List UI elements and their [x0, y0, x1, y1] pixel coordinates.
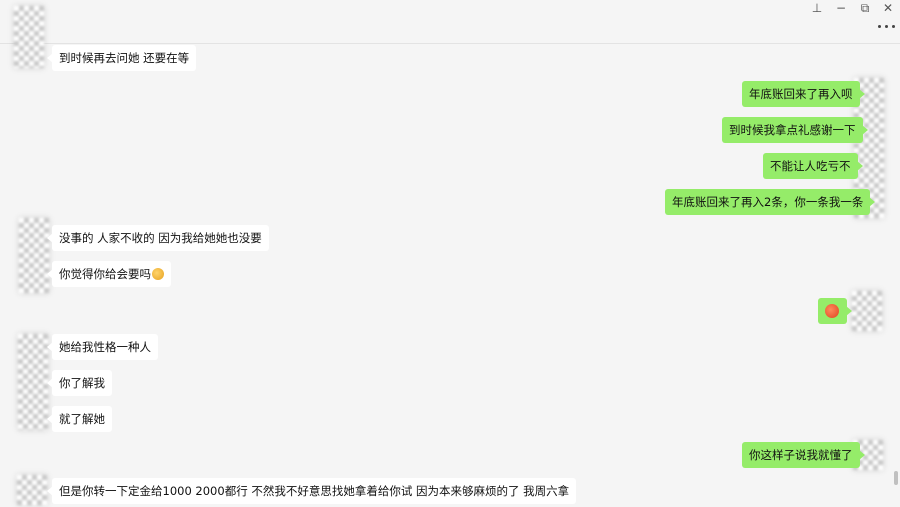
message-text: 你觉得你给会要吗 [59, 267, 151, 281]
message-bubble-outgoing[interactable] [818, 298, 852, 324]
more-options-icon[interactable] [876, 19, 898, 33]
pin-icon[interactable]: ⊥ [807, 1, 827, 15]
message-bubble-incoming[interactable]: 她给我性格一种人 [47, 334, 158, 360]
message-bubble-incoming[interactable]: 你觉得你给会要吗 [47, 261, 171, 287]
grimace-emoji-icon [152, 268, 164, 280]
message-bubble-outgoing[interactable]: 年底账回来了再入呗 [742, 81, 864, 107]
close-button[interactable]: ✕ [878, 1, 898, 15]
contact-avatar[interactable] [14, 6, 44, 68]
message-bubble-outgoing[interactable]: 你这样子说我就懂了 [742, 442, 864, 468]
scrollbar-thumb[interactable] [894, 471, 898, 485]
message-bubble-incoming[interactable]: 但是你转一下定金给1000 2000都行 不然我不好意思找她拿着给你试 因为本来… [46, 478, 577, 504]
message-bubble-outgoing[interactable]: 到时候我拿点礼感谢一下 [722, 117, 867, 143]
message-bubble-outgoing[interactable]: 不能让人吃亏不 [763, 153, 862, 179]
angry-face-emoji-icon [825, 304, 839, 318]
contact-avatar[interactable] [18, 334, 48, 430]
chat-window: ⊥ − ⧉ ✕ 到时候再去问她 还要在等 年底账回来了再入呗 到时候我拿点礼感谢… [0, 0, 900, 507]
restore-button[interactable]: ⧉ [855, 1, 875, 15]
message-bubble-incoming[interactable]: 没事的 人家不收的 因为我给她她也没要 [47, 225, 269, 251]
contact-avatar[interactable] [17, 475, 47, 505]
minimize-button[interactable]: − [831, 1, 851, 15]
message-bubble-incoming[interactable]: 就了解她 [47, 406, 112, 432]
self-avatar[interactable] [852, 291, 882, 331]
message-bubble-outgoing[interactable]: 年底账回来了再入2条，你一条我一条 [665, 189, 876, 215]
message-bubble-incoming[interactable]: 你了解我 [47, 370, 112, 396]
contact-avatar[interactable] [19, 218, 49, 293]
title-bar: ⊥ − ⧉ ✕ [0, 0, 900, 44]
message-bubble-incoming[interactable]: 到时候再去问她 还要在等 [46, 45, 197, 71]
